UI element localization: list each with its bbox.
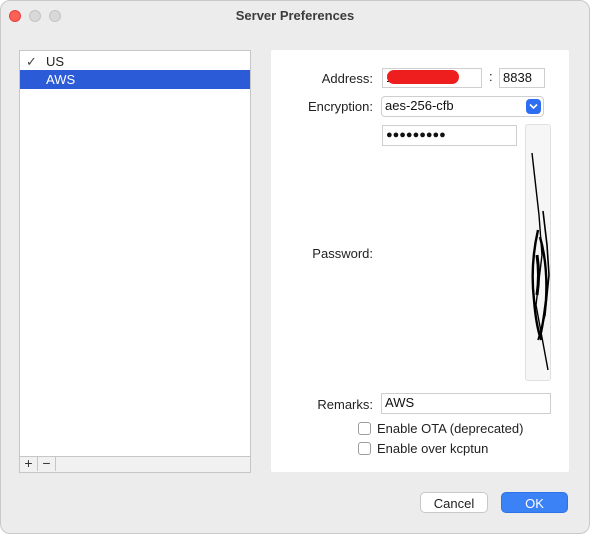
- address-redaction: [387, 70, 459, 84]
- remarks-field[interactable]: AWS: [381, 393, 551, 414]
- server-list-item-aws[interactable]: AWS: [20, 70, 250, 89]
- checkmark-icon: ✓: [26, 54, 37, 69]
- remove-server-button[interactable]: −: [38, 456, 56, 471]
- qr-code-image: [525, 124, 551, 381]
- server-list-item-label: US: [46, 54, 65, 69]
- enable-kcptun-label: Enable over kcptun: [377, 441, 489, 456]
- enable-kcptun-checkbox[interactable]: [358, 442, 371, 455]
- add-server-button[interactable]: +: [20, 456, 38, 471]
- enable-ota-checkbox[interactable]: [358, 422, 371, 435]
- remarks-value: AWS: [385, 395, 415, 410]
- title-bar[interactable]: Server Preferences: [1, 1, 589, 31]
- password-masked-value: ●●●●●●●●●: [386, 129, 446, 141]
- window-title: Server Preferences: [235, 8, 355, 23]
- chevron-down-icon: [526, 99, 541, 114]
- enable-ota-label: Enable OTA (deprecated): [377, 421, 524, 436]
- encryption-select[interactable]: aes-256-cfb: [381, 96, 544, 117]
- server-list[interactable]: ✓ US AWS: [19, 50, 251, 457]
- server-list-item-label: AWS: [46, 72, 76, 87]
- encryption-value: aes-256-cfb: [385, 98, 454, 113]
- cancel-button[interactable]: Cancel: [420, 492, 488, 513]
- port-field[interactable]: 8838: [499, 68, 545, 88]
- port-separator: :: [489, 69, 493, 84]
- server-preferences-window: Server Preferences ✓ US AWS + − Address:…: [0, 0, 590, 534]
- password-label: Password:: [312, 246, 373, 261]
- ok-button[interactable]: OK: [501, 492, 568, 513]
- remarks-label: Remarks:: [317, 397, 373, 412]
- encryption-label: Encryption:: [307, 99, 373, 114]
- address-label: Address:: [321, 71, 373, 86]
- password-field[interactable]: ●●●●●●●●●: [382, 125, 517, 146]
- port-value: 8838: [503, 70, 532, 85]
- list-edit-bar: + −: [19, 456, 251, 473]
- server-list-item-us[interactable]: ✓ US: [20, 52, 250, 71]
